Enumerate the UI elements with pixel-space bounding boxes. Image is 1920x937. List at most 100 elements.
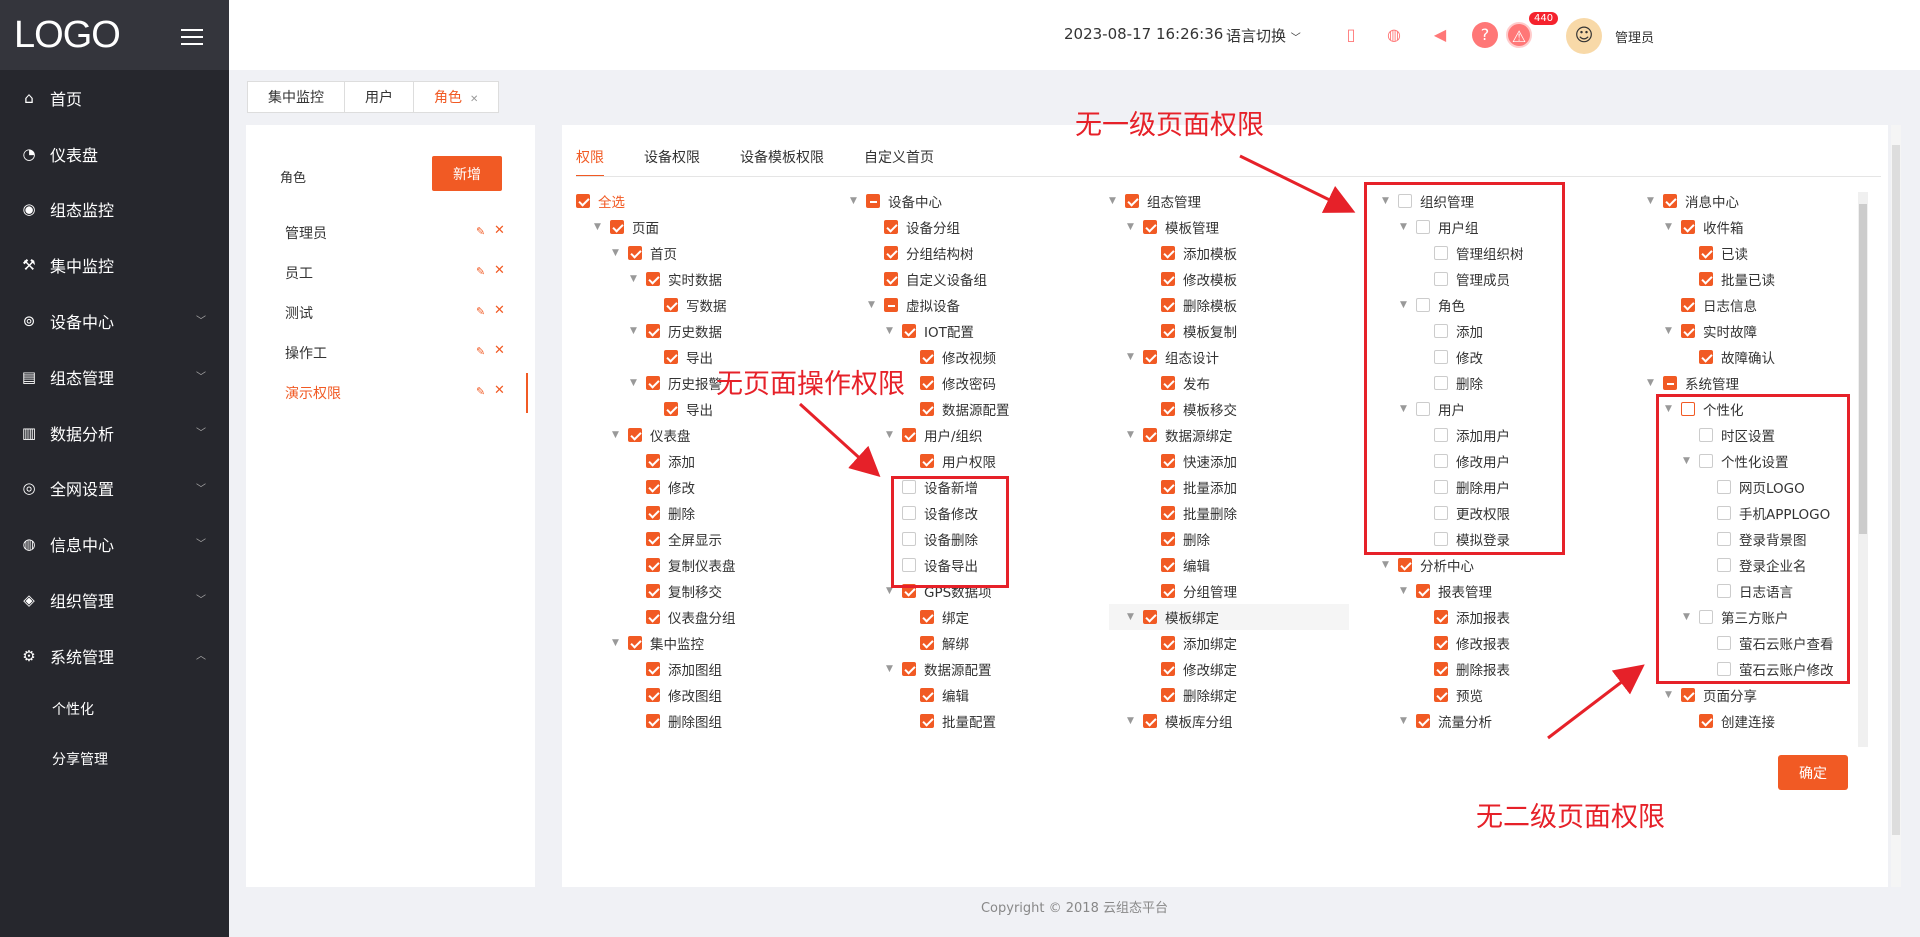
tree-node[interactable]: 全选	[576, 188, 846, 214]
checkbox[interactable]	[664, 350, 678, 364]
delete-icon[interactable]: ✕	[494, 383, 505, 398]
edit-icon[interactable]: ✎	[476, 345, 485, 358]
checkbox[interactable]	[1161, 376, 1175, 390]
tree-node[interactable]: 添加设备缩略图	[576, 734, 846, 738]
checkbox[interactable]	[884, 246, 898, 260]
checkbox[interactable]	[884, 220, 898, 234]
tree-node[interactable]: 日志信息	[1647, 292, 1857, 318]
tab-device-template-permissions[interactable]: 设备模板权限	[740, 147, 824, 177]
sidebar-item[interactable]: ◉ 组态监控	[0, 182, 229, 238]
checkbox[interactable]	[1663, 194, 1677, 208]
checkbox[interactable]	[1416, 714, 1430, 728]
checkbox[interactable]	[646, 324, 660, 338]
tree-node[interactable]: 创建连接	[1647, 708, 1857, 734]
checkbox[interactable]	[646, 532, 660, 546]
checkbox[interactable]	[1434, 688, 1448, 702]
caret-down-icon[interactable]: ▼	[1382, 560, 1398, 570]
tree-node[interactable]: ▼ 数据源配置	[850, 656, 1120, 682]
tree-node[interactable]: 添加绑定	[1109, 630, 1349, 656]
tree-node[interactable]: 发布	[1109, 370, 1349, 396]
tree-node[interactable]: ▼ 历史数据	[576, 318, 846, 344]
sidebar-item[interactable]: ▥ 数据分析 ﹀	[0, 405, 229, 461]
sidebar-item[interactable]: ⌂ 首页	[0, 70, 229, 126]
tree-node[interactable]: ▼ 收件箱	[1647, 214, 1857, 240]
checkbox[interactable]	[920, 454, 934, 468]
tree-node[interactable]: 删除绑定	[1109, 682, 1349, 708]
caret-down-icon[interactable]: ▼	[1400, 716, 1416, 726]
tree-node[interactable]: 仪表盘分组	[576, 604, 846, 630]
tree-node[interactable]: ▼ 首页	[576, 240, 846, 266]
sidebar-item[interactable]: ◎ 全网设置 ﹀	[0, 461, 229, 517]
tree-node[interactable]: 批量配置	[850, 708, 1120, 734]
submenu-item[interactable]: 个性化	[0, 684, 229, 734]
tree-node[interactable]: ▼ 系统管理	[1647, 370, 1857, 396]
checkbox[interactable]	[646, 480, 660, 494]
tree-node[interactable]: ▼ 组态设计	[1109, 344, 1349, 370]
tree-node[interactable]: 一键绑定	[850, 734, 1120, 738]
checkbox[interactable]	[646, 662, 660, 676]
tree-node[interactable]: 添加模板	[1109, 240, 1349, 266]
checkbox[interactable]	[920, 402, 934, 416]
checkbox[interactable]	[1161, 298, 1175, 312]
tree-node[interactable]: ▼ 实时数据	[576, 266, 846, 292]
checkbox[interactable]	[1681, 298, 1695, 312]
confirm-button[interactable]: 确定	[1778, 755, 1848, 790]
close-icon[interactable]: ✕	[470, 94, 478, 105]
checkbox[interactable]	[664, 402, 678, 416]
role-row[interactable]: 测试 ✎ ✕	[246, 293, 528, 333]
tree-node[interactable]: 模板移交	[1109, 396, 1349, 422]
caret-down-icon[interactable]: ▼	[630, 274, 646, 284]
edit-icon[interactable]: ✎	[476, 265, 485, 278]
menu-toggle-icon[interactable]	[181, 29, 203, 45]
checkbox[interactable]	[1143, 610, 1157, 624]
tree-node[interactable]: ▼ 模板管理	[1109, 214, 1349, 240]
sidebar-item[interactable]: ◔ 仪表盘	[0, 126, 229, 182]
tree-node[interactable]: 写数据	[576, 292, 846, 318]
caret-down-icon[interactable]: ▼	[1400, 586, 1416, 596]
checkbox[interactable]	[1681, 220, 1695, 234]
checkbox[interactable]	[1161, 558, 1175, 572]
scroll-thumb[interactable]	[1892, 145, 1900, 835]
caret-down-icon[interactable]: ▼	[612, 430, 628, 440]
tree-scrollbar[interactable]	[1858, 192, 1868, 747]
checkbox[interactable]	[1143, 714, 1157, 728]
checkbox[interactable]	[902, 324, 916, 338]
sidebar-item[interactable]: ◍ 信息中心 ﹀	[0, 516, 229, 572]
scroll-thumb[interactable]	[1859, 204, 1867, 534]
checkbox[interactable]	[1699, 714, 1713, 728]
tree-node[interactable]: 设备分组	[850, 214, 1120, 240]
caret-down-icon[interactable]: ▼	[1127, 222, 1143, 232]
checkbox[interactable]	[1699, 272, 1713, 286]
tree-node[interactable]: 分组结构树	[850, 240, 1120, 266]
delete-icon[interactable]: ✕	[494, 303, 505, 318]
checkbox[interactable]	[1161, 584, 1175, 598]
tree-node[interactable]: ▼ 分析中心	[1382, 552, 1652, 578]
tree-node[interactable]: ▼ 页面	[576, 214, 846, 240]
tree-node[interactable]: 添加图组	[576, 656, 846, 682]
edit-icon[interactable]: ✎	[476, 385, 485, 398]
checkbox[interactable]	[1161, 272, 1175, 286]
checkbox[interactable]	[1161, 480, 1175, 494]
caret-down-icon[interactable]: ▼	[886, 326, 902, 336]
caret-down-icon[interactable]: ▼	[630, 326, 646, 336]
tree-node[interactable]: 删除报表	[1382, 656, 1652, 682]
delete-icon[interactable]: ✕	[494, 343, 505, 358]
checkbox[interactable]	[1161, 402, 1175, 416]
checkbox[interactable]	[866, 194, 880, 208]
tree-node[interactable]: 复制移交	[576, 578, 846, 604]
tab-permissions[interactable]: 权限	[576, 147, 604, 177]
checkbox[interactable]	[646, 584, 660, 598]
caret-down-icon[interactable]: ▼	[868, 300, 884, 310]
checkbox[interactable]	[1143, 428, 1157, 442]
tree-node[interactable]: 已读	[1647, 240, 1857, 266]
caret-down-icon[interactable]: ▼	[1665, 326, 1681, 336]
checkbox[interactable]	[884, 272, 898, 286]
caret-down-icon[interactable]: ▼	[1647, 196, 1663, 206]
checkbox[interactable]	[664, 298, 678, 312]
tree-node[interactable]: ▼ 模板库分组	[1109, 708, 1349, 734]
checkbox[interactable]	[1398, 558, 1412, 572]
tree-node[interactable]: 模板复制	[1109, 318, 1349, 344]
tree-node[interactable]: 故障确认	[1647, 344, 1857, 370]
role-row[interactable]: 演示权限 ✎ ✕	[246, 373, 528, 413]
avatar[interactable]: ☺	[1566, 18, 1602, 54]
